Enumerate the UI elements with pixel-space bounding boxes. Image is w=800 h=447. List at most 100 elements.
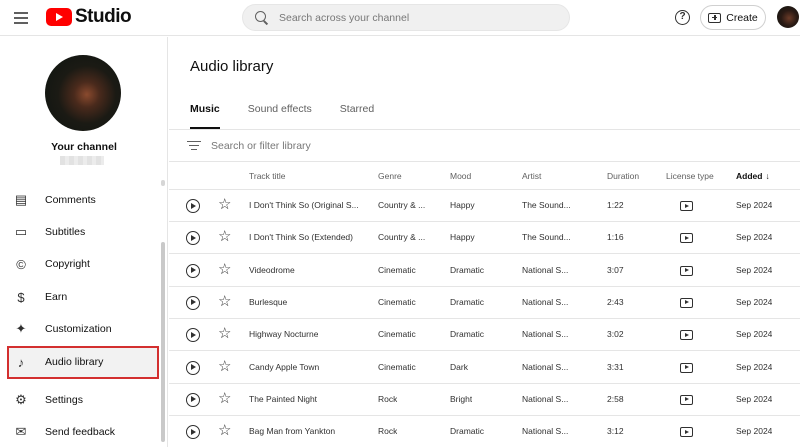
genre-cell: Rock bbox=[378, 393, 398, 404]
sidebar-item-label: Customization bbox=[45, 323, 112, 335]
sidebar-scroll-cap bbox=[161, 180, 165, 186]
play-icon[interactable] bbox=[186, 392, 200, 407]
create-button[interactable]: Create bbox=[700, 5, 766, 30]
added-date-cell: Sep 2024 bbox=[736, 200, 773, 210]
comment-icon: ▤ bbox=[14, 192, 28, 207]
mood-cell: Bright bbox=[450, 393, 473, 404]
create-video-icon bbox=[708, 12, 722, 23]
license-icon[interactable] bbox=[680, 427, 693, 438]
column-genre[interactable]: Genre bbox=[378, 171, 402, 181]
star-icon[interactable]: ☆ bbox=[218, 423, 231, 439]
sidebar-item-subtitles[interactable]: ▭ Subtitles bbox=[0, 216, 160, 248]
play-icon[interactable] bbox=[186, 328, 200, 343]
license-icon[interactable] bbox=[680, 233, 693, 244]
channel-search-bar[interactable] bbox=[242, 4, 570, 31]
artist-cell: National S... bbox=[522, 264, 569, 275]
artist-cell: The Sound... bbox=[522, 200, 571, 210]
track-title-cell: Candy Apple Town bbox=[249, 361, 320, 372]
table-row[interactable]: ☆ I Don't Think So (Original S... Country … bbox=[169, 190, 800, 222]
sidebar-item-label: Copyright bbox=[45, 258, 90, 270]
copyright-icon: © bbox=[16, 256, 26, 272]
sidebar-item-customization[interactable]: ✦ Customization bbox=[0, 313, 160, 345]
sidebar-item-settings[interactable]: ⚙ Settings bbox=[0, 384, 160, 416]
table-row[interactable]: ☆ Burlesque Cinematic Dramatic National S...… bbox=[169, 287, 800, 319]
duration-cell: 1:16 bbox=[607, 232, 624, 243]
sidebar-item-earn[interactable]: $ Earn bbox=[0, 281, 160, 313]
table-row[interactable]: ☆ Highway Nocturne Cinematic Dramatic Nation… bbox=[169, 319, 800, 352]
table-row[interactable]: ☆ Candy Apple Town Cinematic Dark National S… bbox=[169, 352, 800, 384]
track-title-cell: I Don't Think So (Extended) bbox=[249, 232, 353, 243]
license-icon[interactable] bbox=[680, 297, 693, 308]
star-icon[interactable]: ☆ bbox=[218, 358, 231, 375]
play-icon[interactable] bbox=[186, 199, 200, 213]
play-icon[interactable] bbox=[186, 295, 200, 310]
column-track-title[interactable]: Track title bbox=[249, 171, 286, 181]
sidebar-item-copyright[interactable]: © Copyright bbox=[0, 248, 160, 280]
play-icon[interactable] bbox=[186, 360, 200, 375]
column-license-type[interactable]: License type bbox=[666, 171, 714, 181]
sidebar-item-label: Subtitles bbox=[45, 226, 86, 238]
main-content: Audio library Music Sound effects Starre… bbox=[169, 37, 800, 447]
duration-cell: 3:07 bbox=[607, 264, 624, 275]
license-icon[interactable] bbox=[680, 201, 693, 211]
search-icon[interactable] bbox=[255, 10, 269, 25]
sidebar-scrollbar[interactable] bbox=[161, 242, 165, 442]
help-icon[interactable]: ? bbox=[675, 10, 690, 25]
artist-cell: National S... bbox=[522, 393, 569, 404]
logo-text: Studio bbox=[75, 6, 132, 27]
license-icon[interactable] bbox=[680, 362, 693, 373]
feedback-icon: ✉ bbox=[15, 424, 27, 439]
channel-avatar[interactable] bbox=[45, 55, 121, 131]
table-header: Track title Genre Mood Artist Duration L… bbox=[169, 162, 800, 190]
gear-icon: ⚙ bbox=[15, 392, 27, 407]
added-date-cell: Sep 2024 bbox=[736, 361, 773, 372]
play-icon[interactable] bbox=[186, 231, 200, 246]
table-row[interactable]: ☆ Videodrome Cinematic Dramatic National S..… bbox=[169, 255, 800, 287]
license-icon[interactable] bbox=[680, 330, 693, 341]
mood-cell: Happy bbox=[450, 200, 475, 210]
play-icon[interactable] bbox=[186, 425, 200, 440]
added-date-cell: Sep 2024 bbox=[736, 296, 773, 307]
menu-icon[interactable] bbox=[12, 9, 30, 27]
mood-cell: Dark bbox=[450, 361, 468, 372]
filter-input[interactable] bbox=[211, 139, 611, 152]
star-icon[interactable]: ☆ bbox=[218, 229, 231, 245]
duration-cell: 1:22 bbox=[607, 200, 624, 210]
column-artist[interactable]: Artist bbox=[522, 171, 541, 181]
channel-search-input[interactable] bbox=[279, 11, 559, 24]
studio-logo[interactable]: Studio bbox=[46, 6, 132, 28]
star-icon[interactable]: ☆ bbox=[218, 293, 231, 310]
added-date-cell: Sep 2024 bbox=[736, 232, 773, 243]
play-icon[interactable] bbox=[186, 263, 200, 278]
mood-cell: Dramatic bbox=[450, 296, 485, 307]
track-title-cell: The Painted Night bbox=[249, 393, 318, 404]
column-duration[interactable]: Duration bbox=[607, 171, 639, 181]
account-avatar[interactable] bbox=[777, 6, 799, 28]
star-icon[interactable]: ☆ bbox=[218, 197, 231, 213]
mood-cell: Dramatic bbox=[450, 426, 485, 437]
license-icon[interactable] bbox=[680, 265, 693, 276]
table-row[interactable]: ☆ I Don't Think So (Extended) Country & ..… bbox=[169, 222, 800, 255]
filter-icon[interactable] bbox=[187, 140, 201, 152]
star-icon[interactable]: ☆ bbox=[218, 261, 231, 278]
mood-cell: Happy bbox=[450, 232, 475, 243]
tab-sound-effects[interactable]: Sound effects bbox=[248, 103, 312, 129]
table-row[interactable]: ☆ Bag Man from Yankton Rock Dramatic Nationa… bbox=[169, 416, 800, 447]
track-title-cell: I Don't Think So (Original S... bbox=[249, 200, 359, 210]
sidebar-item-send-feedback[interactable]: ✉ Send feedback bbox=[0, 416, 160, 447]
duration-cell: 3:31 bbox=[607, 361, 624, 372]
tab-music[interactable]: Music bbox=[190, 103, 220, 129]
sidebar: Your channel ▤ Comments ▭ Subtitles © Co… bbox=[0, 37, 168, 447]
tab-starred[interactable]: Starred bbox=[340, 103, 374, 129]
column-added[interactable]: Added ↓ bbox=[736, 171, 770, 181]
channel-title: Your channel bbox=[51, 141, 117, 153]
duration-cell: 3:12 bbox=[607, 426, 624, 437]
table-row[interactable]: ☆ The Painted Night Rock Bright National S..… bbox=[169, 384, 800, 416]
star-icon[interactable]: ☆ bbox=[218, 390, 231, 407]
track-title-cell: Highway Nocturne bbox=[249, 329, 319, 340]
genre-cell: Cinematic bbox=[378, 296, 416, 307]
sidebar-item-comments[interactable]: ▤ Comments bbox=[0, 184, 160, 216]
column-mood[interactable]: Mood bbox=[450, 171, 471, 181]
license-icon[interactable] bbox=[680, 394, 693, 405]
star-icon[interactable]: ☆ bbox=[218, 326, 231, 342]
